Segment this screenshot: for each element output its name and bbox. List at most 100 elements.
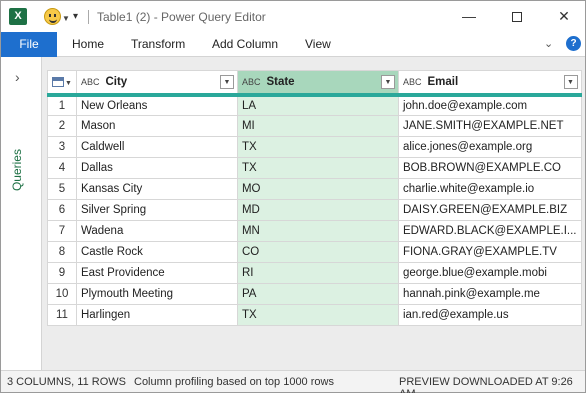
cell-city[interactable]: Harlingen bbox=[75, 304, 238, 326]
cell-state[interactable]: MD bbox=[236, 199, 399, 221]
row-number[interactable]: 3 bbox=[47, 136, 77, 158]
minimize-button[interactable]: — bbox=[457, 5, 481, 27]
ribbon: File Home Transform Add Column View ⌄ ? bbox=[1, 32, 585, 57]
column-name: Email bbox=[427, 75, 459, 88]
row-number[interactable]: 11 bbox=[47, 304, 77, 326]
excel-logo-icon: X bbox=[9, 8, 27, 25]
tab-view[interactable]: View bbox=[305, 32, 331, 57]
chevron-down-icon[interactable]: ▼ bbox=[62, 14, 70, 23]
table-row[interactable]: 7 Wadena MN EDWARD.BLACK@EXAMPLE.I... bbox=[47, 220, 582, 242]
cell-state[interactable]: LA bbox=[236, 94, 399, 116]
smiley-feedback-icon[interactable] bbox=[44, 8, 61, 25]
cell-state[interactable]: MN bbox=[236, 220, 399, 242]
row-number[interactable]: 1 bbox=[47, 94, 77, 116]
table-menu-button[interactable]: ▼ bbox=[47, 70, 77, 97]
cell-email[interactable]: JANE.SMITH@EXAMPLE.NET bbox=[397, 115, 582, 137]
cell-state[interactable]: TX bbox=[236, 157, 399, 179]
table-row[interactable]: 4 Dallas TX BOB.BROWN@EXAMPLE.CO bbox=[47, 157, 582, 179]
status-columns-rows: 3 COLUMNS, 11 ROWS bbox=[7, 376, 126, 388]
cell-state[interactable]: TX bbox=[236, 304, 399, 326]
status-preview: PREVIEW DOWNLOADED AT 9:26 AM bbox=[399, 376, 573, 393]
cell-city[interactable]: Kansas City bbox=[75, 178, 238, 200]
table-row[interactable]: 6 Silver Spring MD DAISY.GREEN@EXAMPLE.BIZ bbox=[47, 199, 582, 221]
data-grid: ▼ ABC City ▼ ABC State ▼ ABC Email ▼ 1 N… bbox=[47, 70, 582, 326]
row-number[interactable]: 2 bbox=[47, 115, 77, 137]
maximize-icon bbox=[512, 12, 522, 23]
tab-file[interactable]: File bbox=[1, 32, 57, 57]
table-row[interactable]: 2 Mason MI JANE.SMITH@EXAMPLE.NET bbox=[47, 115, 582, 137]
cell-city[interactable]: Silver Spring bbox=[75, 199, 238, 221]
column-header-email[interactable]: ABC Email ▼ bbox=[397, 70, 582, 97]
expand-queries-icon[interactable]: › bbox=[15, 69, 20, 85]
cell-email[interactable]: george.blue@example.mobi bbox=[397, 262, 582, 284]
column-header-city[interactable]: ABC City ▼ bbox=[75, 70, 238, 97]
title-bar: X ▼ ▾ Table1 (2) - Power Query Editor — … bbox=[1, 1, 585, 32]
text-type-icon[interactable]: ABC bbox=[81, 77, 100, 87]
data-preview-area: ▼ ABC City ▼ ABC State ▼ ABC Email ▼ 1 N… bbox=[42, 57, 585, 370]
row-number[interactable]: 9 bbox=[47, 262, 77, 284]
cell-city[interactable]: Plymouth Meeting bbox=[75, 283, 238, 305]
cell-email[interactable]: alice.jones@example.org bbox=[397, 136, 582, 158]
cell-city[interactable]: New Orleans bbox=[75, 94, 238, 116]
table-row[interactable]: 11 Harlingen TX ian.red@example.us bbox=[47, 304, 582, 326]
filter-dropdown-button[interactable]: ▼ bbox=[563, 75, 578, 89]
status-profiling[interactable]: Column profiling based on top 1000 rows bbox=[134, 376, 334, 388]
table-row[interactable]: 5 Kansas City MO charlie.white@example.io bbox=[47, 178, 582, 200]
row-number[interactable]: 6 bbox=[47, 199, 77, 221]
expand-ribbon-icon[interactable]: ⌄ bbox=[544, 37, 553, 50]
row-number[interactable]: 7 bbox=[47, 220, 77, 242]
text-type-icon[interactable]: ABC bbox=[242, 77, 261, 87]
cell-email[interactable]: ian.red@example.us bbox=[397, 304, 582, 326]
cell-city[interactable]: Wadena bbox=[75, 220, 238, 242]
cell-email[interactable]: DAISY.GREEN@EXAMPLE.BIZ bbox=[397, 199, 582, 221]
text-type-icon[interactable]: ABC bbox=[403, 77, 422, 87]
cell-state[interactable]: MI bbox=[236, 115, 399, 137]
filter-dropdown-button[interactable]: ▼ bbox=[219, 75, 234, 89]
column-header-state[interactable]: ABC State ▼ bbox=[236, 70, 399, 97]
cell-city[interactable]: Dallas bbox=[75, 157, 238, 179]
table-row[interactable]: 9 East Providence RI george.blue@example.mo… bbox=[47, 262, 582, 284]
cell-email[interactable]: BOB.BROWN@EXAMPLE.CO bbox=[397, 157, 582, 179]
cell-state[interactable]: CO bbox=[236, 241, 399, 263]
table-row[interactable]: 3 Caldwell TX alice.jones@example.org bbox=[47, 136, 582, 158]
cell-state[interactable]: RI bbox=[236, 262, 399, 284]
tab-transform[interactable]: Transform bbox=[131, 32, 185, 57]
filter-dropdown-button[interactable]: ▼ bbox=[380, 75, 395, 89]
cell-city[interactable]: Caldwell bbox=[75, 136, 238, 158]
cell-email[interactable]: charlie.white@example.io bbox=[397, 178, 582, 200]
row-number[interactable]: 4 bbox=[47, 157, 77, 179]
cell-state[interactable]: TX bbox=[236, 136, 399, 158]
customize-toolbar-icon[interactable]: ▾ bbox=[73, 11, 78, 22]
close-button[interactable]: ✕ bbox=[552, 5, 576, 27]
window-title: Table1 (2) - Power Query Editor bbox=[97, 10, 266, 24]
cell-city[interactable]: East Providence bbox=[75, 262, 238, 284]
cell-state[interactable]: MO bbox=[236, 178, 399, 200]
tab-add-column[interactable]: Add Column bbox=[212, 32, 278, 57]
table-icon bbox=[52, 76, 64, 87]
table-row[interactable]: 10 Plymouth Meeting PA hannah.pink@example.… bbox=[47, 283, 582, 305]
title-separator bbox=[88, 10, 89, 24]
status-bar: 3 COLUMNS, 11 ROWS Column profiling base… bbox=[1, 370, 585, 393]
column-name: State bbox=[266, 75, 295, 88]
chevron-down-icon: ▼ bbox=[65, 79, 72, 87]
cell-city[interactable]: Mason bbox=[75, 115, 238, 137]
help-icon[interactable]: ? bbox=[566, 36, 581, 51]
cell-email[interactable]: john.doe@example.com bbox=[397, 94, 582, 116]
cell-email[interactable]: EDWARD.BLACK@EXAMPLE.I... bbox=[397, 220, 582, 242]
maximize-button[interactable] bbox=[505, 5, 529, 27]
queries-label[interactable]: Queries bbox=[10, 149, 24, 191]
row-number[interactable]: 10 bbox=[47, 283, 77, 305]
power-query-window: X ▼ ▾ Table1 (2) - Power Query Editor — … bbox=[0, 0, 586, 393]
tab-home[interactable]: Home bbox=[72, 32, 104, 57]
cell-email[interactable]: FIONA.GRAY@EXAMPLE.TV bbox=[397, 241, 582, 263]
cell-city[interactable]: Castle Rock bbox=[75, 241, 238, 263]
column-name: City bbox=[105, 75, 128, 88]
row-number[interactable]: 5 bbox=[47, 178, 77, 200]
cell-state[interactable]: PA bbox=[236, 283, 399, 305]
row-number[interactable]: 8 bbox=[47, 241, 77, 263]
table-row[interactable]: 1 New Orleans LA john.doe@example.com bbox=[47, 94, 582, 116]
grid-body: 1 New Orleans LA john.doe@example.com 2 Mason… bbox=[47, 94, 582, 326]
cell-email[interactable]: hannah.pink@example.me bbox=[397, 283, 582, 305]
queries-pane: › Queries bbox=[1, 57, 42, 370]
table-row[interactable]: 8 Castle Rock CO FIONA.GRAY@EXAMPLE.TV bbox=[47, 241, 582, 263]
